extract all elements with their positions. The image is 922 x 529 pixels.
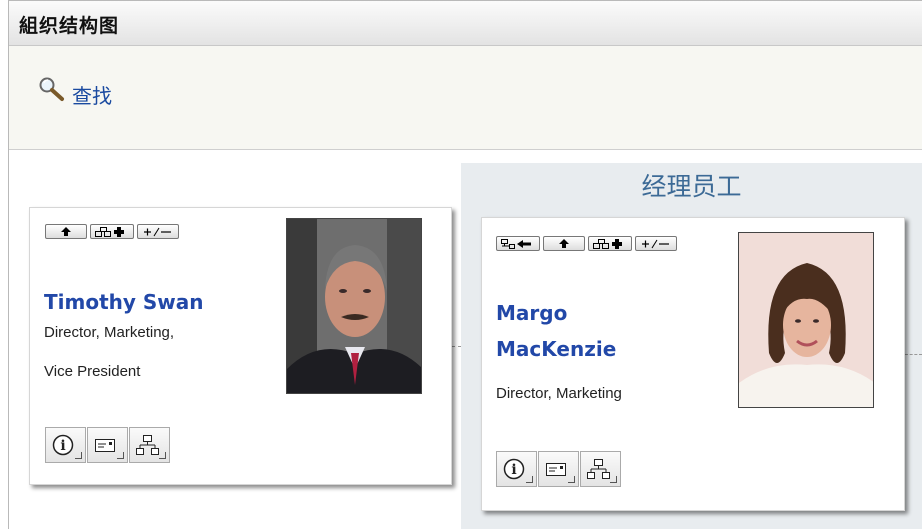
title-bar: 組织结构图 — [9, 1, 922, 46]
plus-minus-icon — [642, 239, 669, 248]
plus-minus-icon — [144, 227, 171, 236]
page-title: 組织结构图 — [19, 15, 120, 37]
arrow-up-icon — [559, 239, 569, 248]
org-chart-icon — [136, 435, 159, 455]
person-title-line-1: Director, Marketing, — [44, 324, 175, 341]
person-card-timothy-swan: Timothy Swan Director, Marketing, Vice P… — [29, 207, 452, 485]
search-link[interactable]: 查找 — [38, 76, 112, 107]
up-level-button[interactable] — [543, 236, 585, 251]
info-icon: i — [503, 458, 525, 480]
manager-panel-title: 经理员工 — [641, 172, 742, 201]
person-photo — [738, 232, 874, 408]
email-button[interactable] — [87, 427, 128, 463]
person-title-line-1: Director, Marketing — [496, 385, 622, 402]
org-chart-icon — [587, 459, 610, 479]
info-button[interactable]: i — [496, 451, 537, 487]
org-expand-icon — [593, 238, 622, 249]
chevron-down-right-icon — [610, 476, 617, 483]
person-name[interactable]: Timothy Swan — [44, 287, 204, 317]
info-icon: i — [52, 434, 74, 456]
email-card-icon — [546, 463, 566, 476]
email-card-icon — [95, 439, 115, 452]
toggle-button[interactable] — [137, 224, 179, 239]
person-name-line-2[interactable]: MacKenzie — [496, 334, 616, 364]
person-title-line-2: Vice President — [44, 363, 141, 380]
person-photo — [286, 218, 422, 394]
arrow-up-icon — [61, 227, 71, 236]
toggle-button[interactable] — [635, 236, 677, 251]
svg-text:i: i — [511, 462, 516, 478]
card-actions: i — [45, 427, 171, 463]
info-button[interactable]: i — [45, 427, 86, 463]
up-level-button[interactable] — [45, 224, 87, 239]
chevron-down-right-icon — [117, 452, 124, 459]
restore-button[interactable] — [496, 236, 540, 251]
card-toolbar — [496, 236, 677, 251]
person-name-line-1[interactable]: Margo — [496, 298, 567, 328]
restore-left-icon — [501, 238, 531, 249]
search-label: 查找 — [72, 84, 112, 108]
chevron-down-right-icon — [526, 476, 533, 483]
chevron-down-right-icon — [159, 452, 166, 459]
card-toolbar — [45, 224, 179, 239]
org-expand-icon — [95, 226, 124, 237]
org-chart-button[interactable] — [580, 451, 621, 487]
card-actions: i — [496, 451, 622, 487]
expand-children-button[interactable] — [588, 236, 632, 251]
chevron-down-right-icon — [568, 476, 575, 483]
chevron-down-right-icon — [75, 452, 82, 459]
connector-line — [452, 346, 461, 347]
magnifier-icon — [38, 76, 66, 107]
person-card-margo-mackenzie: Margo MacKenzie Director, Marketing i — [481, 217, 905, 511]
org-chart-button[interactable] — [129, 427, 170, 463]
svg-text:i: i — [60, 438, 65, 454]
email-button[interactable] — [538, 451, 579, 487]
connector-line-right — [905, 354, 922, 355]
search-bar: 查找 — [9, 46, 922, 150]
expand-children-button[interactable] — [90, 224, 134, 239]
